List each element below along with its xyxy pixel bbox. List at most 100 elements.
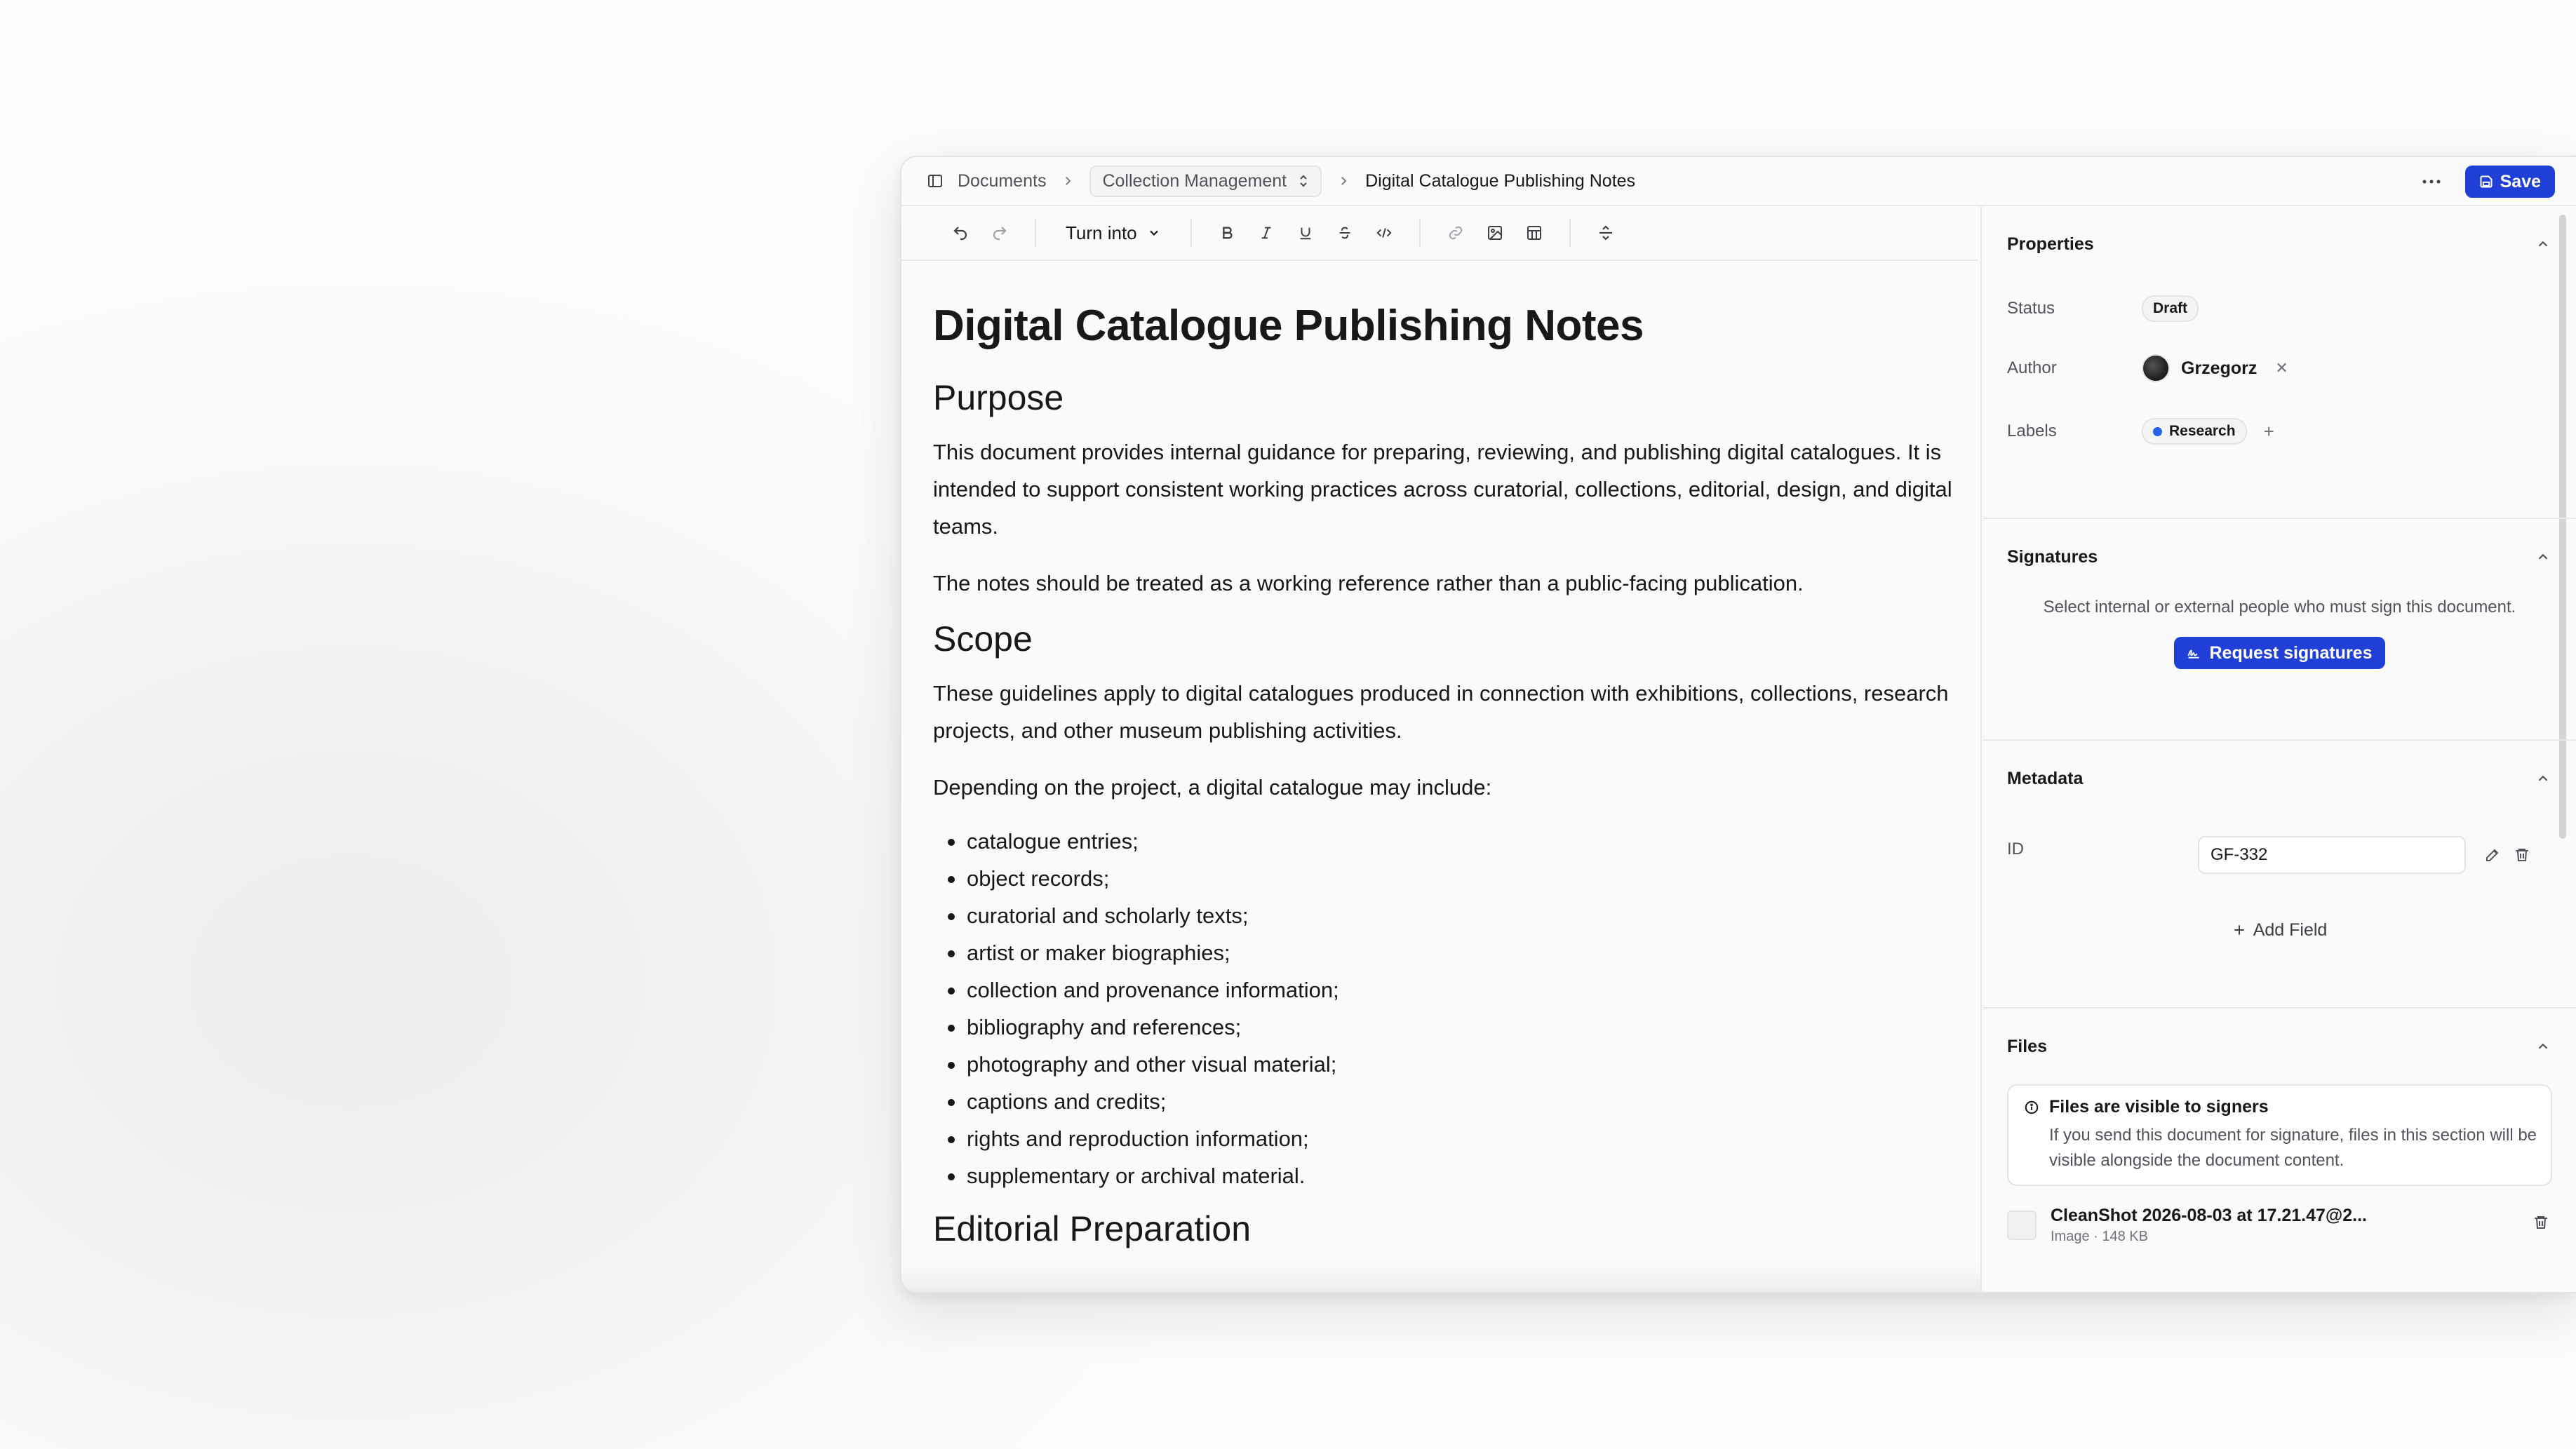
collection-selector[interactable]: Collection Management bbox=[1089, 165, 1322, 197]
label-tag-text: Research bbox=[2169, 423, 2236, 439]
file-item[interactable]: CleanShot 2026-08-03 at 17.21.47@2... Im… bbox=[2007, 1196, 2552, 1255]
breadcrumb: Documents Collection Management Digital … bbox=[927, 165, 1636, 197]
signature-icon bbox=[2187, 647, 2201, 659]
signatures-title: Signatures bbox=[2007, 546, 2098, 567]
add-label-icon[interactable]: + bbox=[2264, 421, 2274, 443]
paragraph[interactable]: These guidelines apply to digital catalo… bbox=[933, 675, 1954, 749]
label-tag-research[interactable]: Research bbox=[2142, 418, 2247, 445]
list-item[interactable]: bibliography and references; bbox=[933, 1009, 1954, 1046]
metadata-header[interactable]: Metadata bbox=[2007, 741, 2552, 816]
metadata-title: Metadata bbox=[2007, 768, 2084, 788]
italic-icon[interactable] bbox=[1247, 213, 1286, 252]
file-meta: Image · 148 KB bbox=[2051, 1229, 2148, 1244]
status-row: Status Draft bbox=[2007, 282, 2552, 335]
redo-icon[interactable] bbox=[980, 213, 1019, 252]
toolbar-divider bbox=[1569, 219, 1571, 247]
add-field-button[interactable]: Add Field bbox=[2007, 909, 2552, 951]
list-item[interactable]: collection and provenance information; bbox=[933, 971, 1954, 1009]
signatures-description: Select internal or external people who m… bbox=[2043, 598, 2516, 616]
properties-sidebar: Properties Status Draft Author Grzegorz … bbox=[1983, 206, 2576, 1292]
status-badge[interactable]: Draft bbox=[2142, 295, 2199, 322]
strikethrough-icon[interactable] bbox=[1325, 213, 1364, 252]
id-field[interactable] bbox=[2198, 836, 2466, 874]
document-body[interactable]: Digital Catalogue Publishing Notes Purpo… bbox=[901, 261, 1954, 1247]
list-item[interactable]: photography and other visual material; bbox=[933, 1046, 1954, 1083]
paragraph[interactable]: The notes should be treated as a working… bbox=[933, 565, 1954, 602]
collection-selector-label: Collection Management bbox=[1102, 170, 1287, 191]
request-signatures-button[interactable]: Request signatures bbox=[2174, 637, 2385, 669]
sidebar-toggle-icon[interactable] bbox=[927, 173, 944, 189]
paragraph[interactable]: This document provides internal guidance… bbox=[933, 433, 1954, 545]
document-title[interactable]: Digital Catalogue Publishing Notes bbox=[933, 304, 1954, 348]
turn-into-dropdown[interactable]: Turn into bbox=[1052, 222, 1175, 244]
avatar bbox=[2142, 354, 2170, 382]
list-item[interactable]: captions and credits; bbox=[933, 1083, 1954, 1120]
author-label: Author bbox=[2007, 358, 2057, 377]
request-signatures-label: Request signatures bbox=[2209, 642, 2373, 663]
paragraph[interactable]: Depending on the project, a digital cata… bbox=[933, 769, 1954, 806]
formatting-toolbar: Turn into bbox=[901, 206, 1978, 261]
list-item[interactable]: object records; bbox=[933, 860, 1954, 897]
files-header[interactable]: Files bbox=[2007, 1009, 2552, 1084]
list-item[interactable]: curatorial and scholarly texts; bbox=[933, 897, 1954, 934]
chevron-down-icon bbox=[1147, 226, 1161, 240]
labels-row: Labels Research + bbox=[2007, 401, 2552, 461]
list-item[interactable]: catalogue entries; bbox=[933, 823, 1954, 860]
toolbar-divider bbox=[1418, 219, 1421, 247]
signatures-header[interactable]: Signatures bbox=[2007, 519, 2552, 595]
files-section: Files Files are visible to signers If yo… bbox=[1983, 1009, 2576, 1255]
breadcrumb-documents[interactable]: Documents bbox=[958, 171, 1046, 191]
chevron-up-icon[interactable] bbox=[2535, 549, 2551, 565]
document-window: Documents Collection Management Digital … bbox=[900, 156, 2576, 1293]
editor-pane: Turn into Digital Catalogue Publishing N… bbox=[901, 206, 1982, 1292]
author-row: Author Grzegorz ✕ bbox=[2007, 335, 2552, 401]
table-icon[interactable] bbox=[1515, 213, 1554, 252]
top-bar: Documents Collection Management Digital … bbox=[901, 157, 2576, 206]
signatures-section: Signatures Select internal or external p… bbox=[1983, 519, 2576, 741]
files-notice: Files are visible to signers If you send… bbox=[2007, 1084, 2552, 1186]
author-name[interactable]: Grzegorz bbox=[2181, 358, 2257, 379]
underline-icon[interactable] bbox=[1286, 213, 1325, 252]
properties-section: Properties Status Draft Author Grzegorz … bbox=[1983, 206, 2576, 519]
list-item[interactable]: supplementary or archival material. bbox=[933, 1157, 1954, 1194]
save-icon bbox=[2479, 175, 2493, 189]
divider-insert-icon[interactable] bbox=[1586, 213, 1625, 252]
file-name[interactable]: CleanShot 2026-08-03 at 17.21.47@2... bbox=[2051, 1206, 2367, 1226]
undo-icon[interactable] bbox=[941, 213, 980, 252]
chevron-up-icon[interactable] bbox=[2535, 236, 2551, 252]
label-color-dot bbox=[2153, 426, 2162, 436]
chevron-up-icon[interactable] bbox=[2535, 771, 2551, 786]
toolbar-divider bbox=[1035, 219, 1036, 247]
section-heading[interactable]: Purpose bbox=[933, 380, 1954, 415]
file-info: CleanShot 2026-08-03 at 17.21.47@2... Im… bbox=[2051, 1206, 2367, 1245]
labels-label: Labels bbox=[2007, 422, 2057, 440]
bullet-list: catalogue entries; object records; curat… bbox=[933, 823, 1954, 1194]
metadata-section: Metadata ID Add Field bbox=[1983, 741, 2576, 1009]
list-item[interactable]: artist or maker biographies; bbox=[933, 934, 1954, 971]
info-icon bbox=[2024, 1100, 2039, 1115]
add-field-label: Add Field bbox=[2253, 919, 2328, 940]
code-icon[interactable] bbox=[1364, 213, 1404, 252]
notice-title-row: Files are visible to signers bbox=[2024, 1097, 2538, 1117]
image-icon[interactable] bbox=[1475, 213, 1515, 252]
chevrons-up-down-icon bbox=[1298, 173, 1309, 189]
save-button-label: Save bbox=[2500, 171, 2541, 191]
link-icon[interactable] bbox=[1436, 213, 1475, 252]
metadata-field-label: ID bbox=[2007, 840, 2024, 858]
properties-header[interactable]: Properties bbox=[2007, 206, 2552, 282]
breadcrumb-current: Digital Catalogue Publishing Notes bbox=[1365, 170, 1636, 191]
topbar-actions: Save bbox=[2422, 166, 2555, 198]
chevron-right-icon bbox=[1337, 175, 1350, 187]
file-thumbnail bbox=[2007, 1211, 2037, 1240]
section-heading[interactable]: Editorial Preparation bbox=[933, 1211, 1954, 1246]
trash-icon[interactable] bbox=[2533, 1214, 2549, 1231]
more-options-icon[interactable] bbox=[2422, 179, 2441, 184]
list-item[interactable]: rights and reproduction information; bbox=[933, 1120, 1954, 1157]
edit-icon[interactable] bbox=[2484, 847, 2501, 863]
remove-author-icon[interactable]: ✕ bbox=[2275, 359, 2288, 377]
bold-icon[interactable] bbox=[1207, 213, 1247, 252]
save-button[interactable]: Save bbox=[2464, 166, 2555, 198]
chevron-up-icon[interactable] bbox=[2535, 1039, 2551, 1054]
trash-icon[interactable] bbox=[2514, 847, 2530, 863]
section-heading[interactable]: Scope bbox=[933, 621, 1954, 656]
